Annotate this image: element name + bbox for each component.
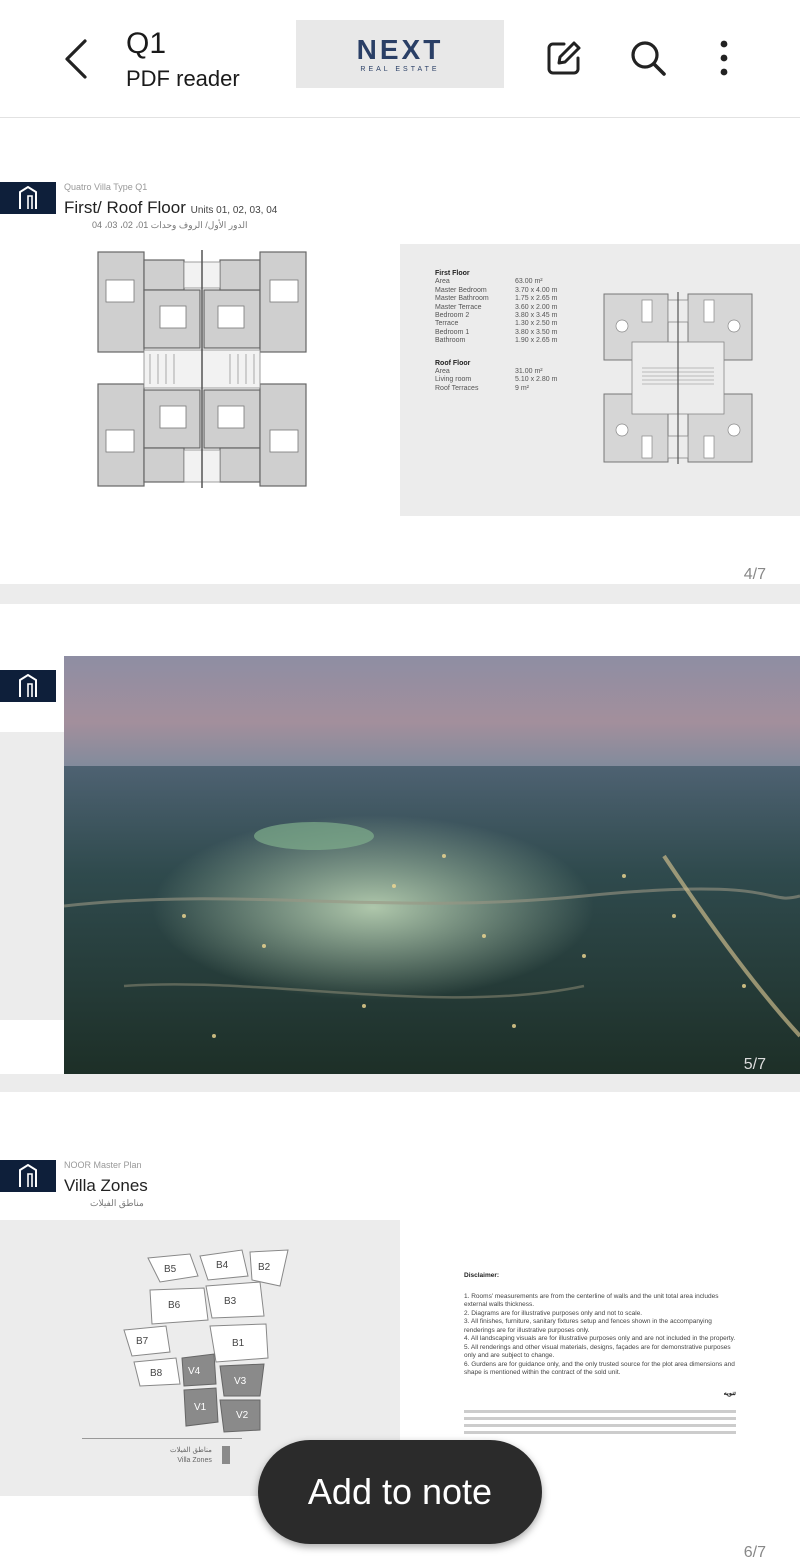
- page-number: 5/7: [743, 1056, 766, 1073]
- legend-swatch: [222, 1446, 230, 1464]
- spec-row: Roof Terraces 9 m²: [435, 384, 529, 392]
- logo-wordmark: NEXT: [356, 33, 444, 65]
- legend-arabic: مناطق الفيلات: [170, 1447, 212, 1454]
- brand-tab: [0, 182, 56, 214]
- zone-label: B8: [150, 1368, 163, 1379]
- app-bar: Q1 PDF reader NEXT REAL ESTATE: [0, 0, 800, 118]
- legend-divider: [82, 1438, 242, 1439]
- zone-label: B4: [216, 1260, 229, 1271]
- roof-floor-heading: Roof Floor: [435, 359, 471, 367]
- search-button[interactable]: [626, 36, 670, 80]
- pdf-page-5[interactable]: 5/7: [0, 604, 800, 1074]
- zone-label: V1: [194, 1402, 207, 1413]
- spec-row: Master Bedroom 3.70 x 4.00 m: [435, 286, 558, 294]
- spec-row: Master Bathroom 1.75 x 2.65 m: [435, 295, 558, 303]
- edit-note-icon: [547, 41, 581, 75]
- first-floor-heading: First Floor: [435, 270, 470, 277]
- spec-row: Area 31.00 m²: [435, 368, 543, 376]
- page-heading-text: First/ Roof Floor: [64, 198, 186, 217]
- specs-table: First Floor Area 63.00 m² Master Bedroom 3…: [435, 270, 557, 393]
- zone-label: B5: [164, 1264, 177, 1275]
- spec-row: Area 63.00 m²: [435, 278, 543, 286]
- zone-label: B6: [168, 1300, 181, 1311]
- disclaimer-block: Disclaimer: 1. Rooms' measurements are f…: [464, 1272, 736, 1438]
- disclaimer-item: 2. Diagrams are for illustrative purpose…: [464, 1309, 643, 1317]
- disclaimer-item: 1. Rooms' measurements are from the cent…: [464, 1292, 719, 1309]
- app-subtitle: PDF reader: [126, 66, 240, 91]
- back-button[interactable]: [52, 34, 100, 84]
- spec-row: Terrace 1.30 x 2.50 m: [435, 320, 558, 328]
- logo-tagline: REAL ESTATE: [360, 65, 440, 73]
- legend: مناطق الفيلات Villa Zones: [170, 1446, 212, 1466]
- roof-floor-plan: [603, 292, 753, 464]
- pdf-page-4[interactable]: Quatro Villa Type Q1 First/ Roof Floor U…: [0, 118, 800, 584]
- spec-row: Bedroom 1 3.80 x 3.50 m: [435, 328, 558, 336]
- zone-label: B7: [136, 1336, 149, 1347]
- document-title: Q1: [126, 27, 167, 60]
- zone-label: B3: [224, 1296, 237, 1307]
- spec-panel: First Floor Area 63.00 m² Master Bedroom 3…: [400, 244, 800, 516]
- brand-logo: NEXT REAL ESTATE: [296, 20, 504, 88]
- back-arrow-icon: [65, 39, 87, 79]
- arabic-disclaimer-heading: تنويه: [723, 1389, 736, 1397]
- section-label: NOOR Master Plan: [64, 1160, 142, 1170]
- zone-label: B1: [232, 1338, 245, 1349]
- aerial-rendering-image: [64, 656, 800, 1074]
- disclaimer-heading: Disclaimer:: [464, 1272, 500, 1279]
- search-icon: [631, 41, 666, 76]
- more-options-button[interactable]: [702, 36, 746, 80]
- brand-tab: [0, 1160, 56, 1192]
- section-label: Quatro Villa Type Q1: [64, 182, 148, 192]
- spec-row: Master Terrace 3.60 x 2.00 m: [435, 303, 558, 311]
- spec-row: Bedroom 2 3.80 x 3.45 m: [435, 312, 558, 320]
- villa-zones-map: B5 B4 B2 B3 B6 B7 B1 B8 V4 V3 V1 V2: [123, 1249, 289, 1433]
- spec-row: Living room 5.10 x 2.80 m: [435, 376, 558, 384]
- building-logo-icon: [19, 186, 37, 209]
- title-block: Q1 PDF reader: [126, 28, 240, 92]
- page-heading: First/ Roof Floor Units 01, 02, 03, 04: [64, 198, 277, 218]
- building-logo-icon: [19, 1164, 37, 1187]
- page-heading: Villa Zones: [64, 1176, 148, 1195]
- zone-label: B2: [258, 1262, 271, 1273]
- legend-english: Villa Zones: [177, 1457, 212, 1464]
- first-floor-plan: [96, 250, 308, 488]
- building-logo-icon: [19, 674, 37, 697]
- page-number: 6/7: [743, 1544, 766, 1561]
- more-vert-icon: [720, 40, 728, 76]
- zone-label: V2: [236, 1410, 249, 1421]
- side-band: [0, 732, 64, 1020]
- page-heading-units: Units 01, 02, 03, 04: [190, 205, 278, 216]
- disclaimer-item: 3. All finishes, furniture, sanitary fix…: [464, 1318, 712, 1334]
- page-number: 4/7: [743, 566, 766, 583]
- disclaimer-item: 4. All landscaping visuals are for illus…: [464, 1335, 736, 1342]
- pdf-reader-screen: Q1 PDF reader NEXT REAL ESTATE Quatro Vi…: [0, 0, 800, 1568]
- disclaimer-item: 6. Gurdens are for guidance only, and th…: [464, 1360, 735, 1377]
- zone-label: V3: [234, 1376, 247, 1387]
- heading-arabic: مناطق الفيلات: [90, 1198, 144, 1208]
- brand-tab: [0, 670, 56, 702]
- disclaimer-item: 5. All renderings and other visual mater…: [464, 1343, 731, 1360]
- add-to-note-button[interactable]: Add to note: [258, 1440, 542, 1544]
- spec-row: Bathroom 1.90 x 2.65 m: [435, 337, 558, 345]
- zone-label: V4: [188, 1366, 201, 1377]
- heading-arabic: الدور الأول/ الروف وحدات 01، 02، 03، 04: [92, 220, 248, 230]
- edit-note-button[interactable]: [542, 36, 586, 80]
